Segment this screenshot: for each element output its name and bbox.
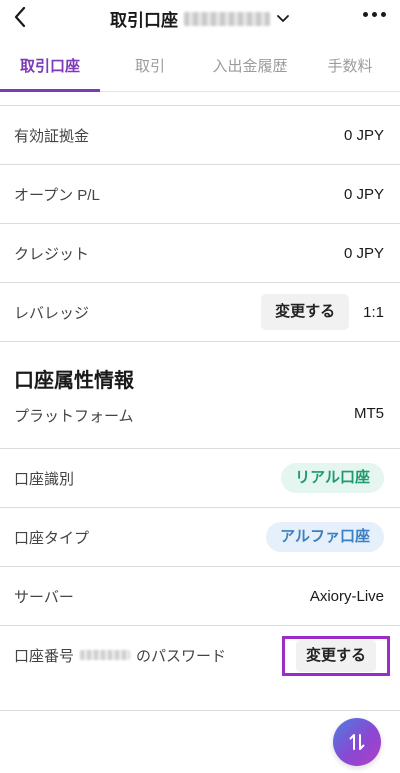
account-type-badge: アルファ口座 [266, 522, 384, 552]
chevron-down-icon [276, 12, 290, 26]
tab-bar: 取引口座 取引 入出金履歴 手数料 [0, 46, 400, 92]
open-pl-value: 0 JPY [343, 185, 384, 203]
change-leverage-button[interactable]: 変更する [261, 294, 350, 330]
account-selector[interactable]: 取引口座 [0, 6, 400, 31]
platform-label: プラットフォーム [14, 408, 134, 425]
equity-label: 有効証拠金 [14, 127, 90, 145]
change-password-button[interactable]: 変更する [295, 640, 376, 672]
row-leverage: レバレッジ 変更する 1:1 [0, 282, 400, 341]
account-details-list: 有効証拠金 0 JPY オープン P/L 0 JPY クレジット 0 JPY レ… [0, 105, 400, 684]
swap-action-button[interactable] [333, 718, 381, 766]
section-title: 口座属性情報 [0, 341, 400, 403]
divider [0, 710, 400, 711]
tab-trading-account[interactable]: 取引口座 [0, 46, 100, 92]
app-header: 取引口座 [0, 0, 400, 36]
swap-vertical-icon [349, 734, 365, 750]
more-horizontal-icon [363, 12, 368, 17]
row-account-id: 口座識別 リアル口座 [0, 448, 400, 507]
leverage-label: レバレッジ [14, 304, 90, 322]
server-label: サーバー [14, 588, 74, 606]
real-account-badge: リアル口座 [281, 463, 384, 493]
tab-trade[interactable]: 取引 [100, 46, 200, 91]
tab-deposit-history[interactable]: 入出金履歴 [200, 46, 300, 91]
account-id-label: 口座識別 [14, 470, 75, 488]
credit-label: クレジット [14, 245, 90, 263]
credit-value: 0 JPY [343, 244, 384, 262]
row-platform: プラットフォーム MT5 [0, 403, 400, 448]
platform-value: MT5 [354, 405, 384, 422]
row-equity: 有効証拠金 0 JPY [0, 105, 400, 164]
row-server: サーバー Axiory-Live [0, 566, 400, 625]
highlighted-change-password-button[interactable]: 変更する [282, 636, 390, 676]
redacted-account-number-small [80, 650, 131, 660]
account-type-label: 口座タイプ [14, 529, 90, 547]
password-label-suffix: のパスワード [136, 647, 227, 665]
row-open-pl: オープン P/L 0 JPY [0, 164, 400, 223]
tab-fees[interactable]: 手数料 [300, 46, 400, 91]
redacted-account-number [184, 11, 270, 26]
server-value: Axiory-Live [309, 587, 384, 605]
equity-value: 0 JPY [343, 126, 384, 144]
password-label-prefix: 口座番号 [14, 647, 75, 665]
page-title: 取引口座 [110, 11, 178, 30]
open-pl-label: オープン P/L [14, 186, 100, 204]
more-options-button[interactable] [363, 8, 386, 21]
row-password: 口座番号 のパスワード 変更する [0, 625, 400, 684]
leverage-value: 1:1 [363, 303, 384, 321]
row-credit: クレジット 0 JPY [0, 223, 400, 282]
row-account-type: 口座タイプ アルファ口座 [0, 507, 400, 566]
